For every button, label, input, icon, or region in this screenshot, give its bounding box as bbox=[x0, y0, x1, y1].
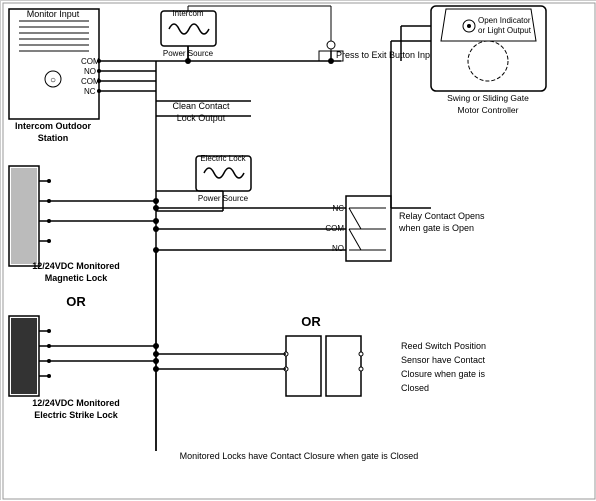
svg-text:Sensor have Contact: Sensor have Contact bbox=[401, 355, 486, 365]
svg-text:Intercom Outdoor: Intercom Outdoor bbox=[15, 121, 91, 131]
svg-text:Motor Controller: Motor Controller bbox=[458, 105, 519, 115]
svg-text:○: ○ bbox=[50, 75, 56, 86]
svg-text:COM: COM bbox=[81, 77, 100, 86]
svg-text:Magnetic Lock: Magnetic Lock bbox=[45, 273, 109, 283]
svg-text:Closed: Closed bbox=[401, 383, 429, 393]
wiring-diagram: Monitor Input COM NO COM NC ○ Intercom O… bbox=[0, 0, 596, 500]
svg-text:OR: OR bbox=[301, 314, 321, 329]
svg-text:Clean Contact: Clean Contact bbox=[172, 101, 230, 111]
svg-text:Open Indicator: Open Indicator bbox=[478, 16, 531, 25]
svg-text:Station: Station bbox=[38, 133, 69, 143]
svg-text:COM: COM bbox=[81, 57, 100, 66]
svg-text:OR: OR bbox=[66, 294, 86, 309]
svg-text:or Light Output: or Light Output bbox=[478, 26, 532, 35]
svg-text:when gate is Open: when gate is Open bbox=[398, 223, 474, 233]
svg-text:12/24VDC Monitored: 12/24VDC Monitored bbox=[32, 398, 120, 408]
svg-text:12/24VDC Monitored: 12/24VDC Monitored bbox=[32, 261, 120, 271]
svg-text:Electric Lock: Electric Lock bbox=[200, 154, 246, 163]
svg-text:NO: NO bbox=[84, 67, 96, 76]
svg-text:Press to Exit Button Input: Press to Exit Button Input bbox=[336, 50, 438, 60]
svg-text:Electric Strike Lock: Electric Strike Lock bbox=[34, 410, 119, 420]
svg-text:Reed Switch Position: Reed Switch Position bbox=[401, 341, 486, 351]
svg-text:Closure when gate is: Closure when gate is bbox=[401, 369, 486, 379]
svg-text:Monitor Input: Monitor Input bbox=[27, 9, 80, 19]
svg-text:NC: NC bbox=[84, 87, 96, 96]
svg-text:Swing or Sliding Gate: Swing or Sliding Gate bbox=[447, 93, 529, 103]
svg-text:Monitored Locks have Contact C: Monitored Locks have Contact Closure whe… bbox=[180, 451, 419, 461]
svg-text:Lock Output: Lock Output bbox=[177, 113, 226, 123]
svg-text:NO: NO bbox=[332, 244, 344, 253]
svg-text:Relay Contact Opens: Relay Contact Opens bbox=[399, 211, 485, 221]
